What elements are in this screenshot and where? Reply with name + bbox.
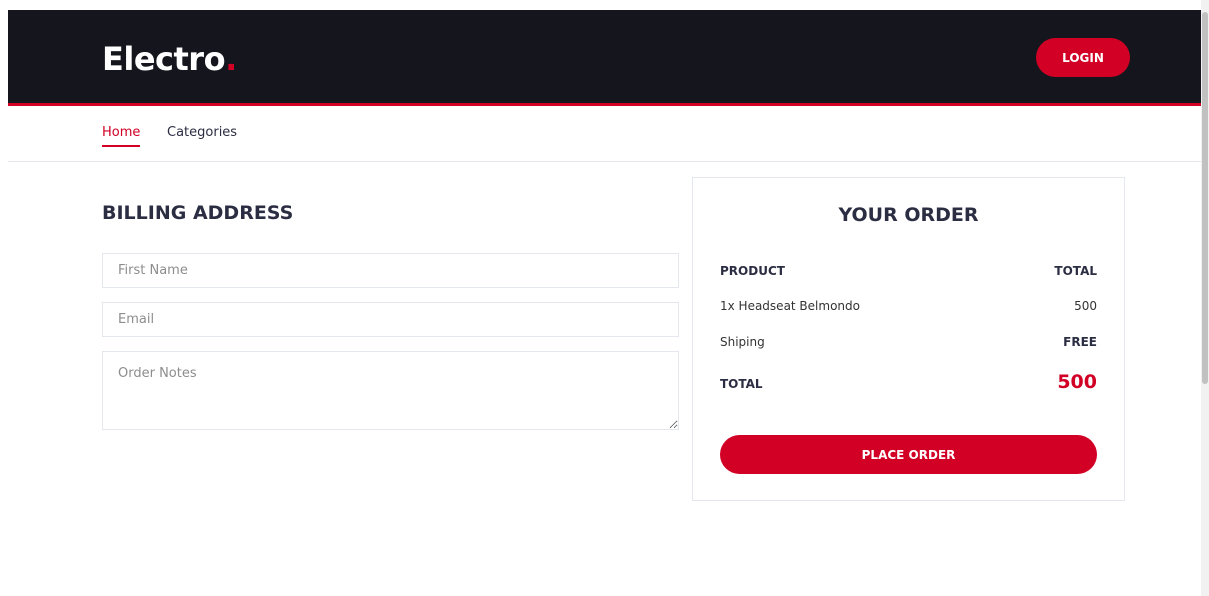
vertical-scrollbar[interactable] bbox=[1201, 0, 1209, 596]
order-summary: YOUR ORDER PRODUCT TOTAL 1x Headseat Bel… bbox=[692, 177, 1125, 501]
logo-text: Electro bbox=[102, 40, 226, 78]
shipping-row: Shiping FREE bbox=[720, 335, 1097, 349]
logo-dot: . bbox=[225, 40, 237, 78]
order-item-price: 500 bbox=[1074, 299, 1097, 313]
login-button[interactable]: LOGIN bbox=[1036, 38, 1130, 77]
order-item-name: 1x Headseat Belmondo bbox=[720, 299, 860, 313]
order-item-row: 1x Headseat Belmondo 500 bbox=[720, 299, 1097, 313]
site-header: Electro. LOGIN bbox=[8, 10, 1201, 106]
shipping-label: Shiping bbox=[720, 335, 765, 349]
total-row: TOTAL 500 bbox=[720, 371, 1097, 393]
logo[interactable]: Electro. bbox=[102, 40, 237, 78]
shipping-value: FREE bbox=[1063, 335, 1097, 349]
nav-item-categories[interactable]: Categories bbox=[167, 125, 237, 145]
top-strip bbox=[0, 0, 1201, 10]
place-order-button[interactable]: PLACE ORDER bbox=[720, 435, 1097, 474]
order-notes-textarea[interactable] bbox=[102, 351, 679, 430]
billing-title: BILLING ADDRESS bbox=[102, 202, 294, 224]
nav-item-home[interactable]: Home bbox=[102, 125, 141, 147]
scrollbar-thumb[interactable] bbox=[1202, 12, 1208, 384]
first-name-input[interactable] bbox=[102, 253, 679, 288]
total-value: 500 bbox=[1057, 371, 1097, 393]
main-nav: Home Categories bbox=[8, 106, 1201, 162]
order-title: YOUR ORDER bbox=[838, 204, 979, 226]
total-label: TOTAL bbox=[720, 377, 763, 391]
total-header: TOTAL bbox=[1054, 264, 1097, 278]
product-header: PRODUCT bbox=[720, 264, 785, 278]
order-header-row: PRODUCT TOTAL bbox=[720, 264, 1097, 278]
email-input[interactable] bbox=[102, 302, 679, 337]
